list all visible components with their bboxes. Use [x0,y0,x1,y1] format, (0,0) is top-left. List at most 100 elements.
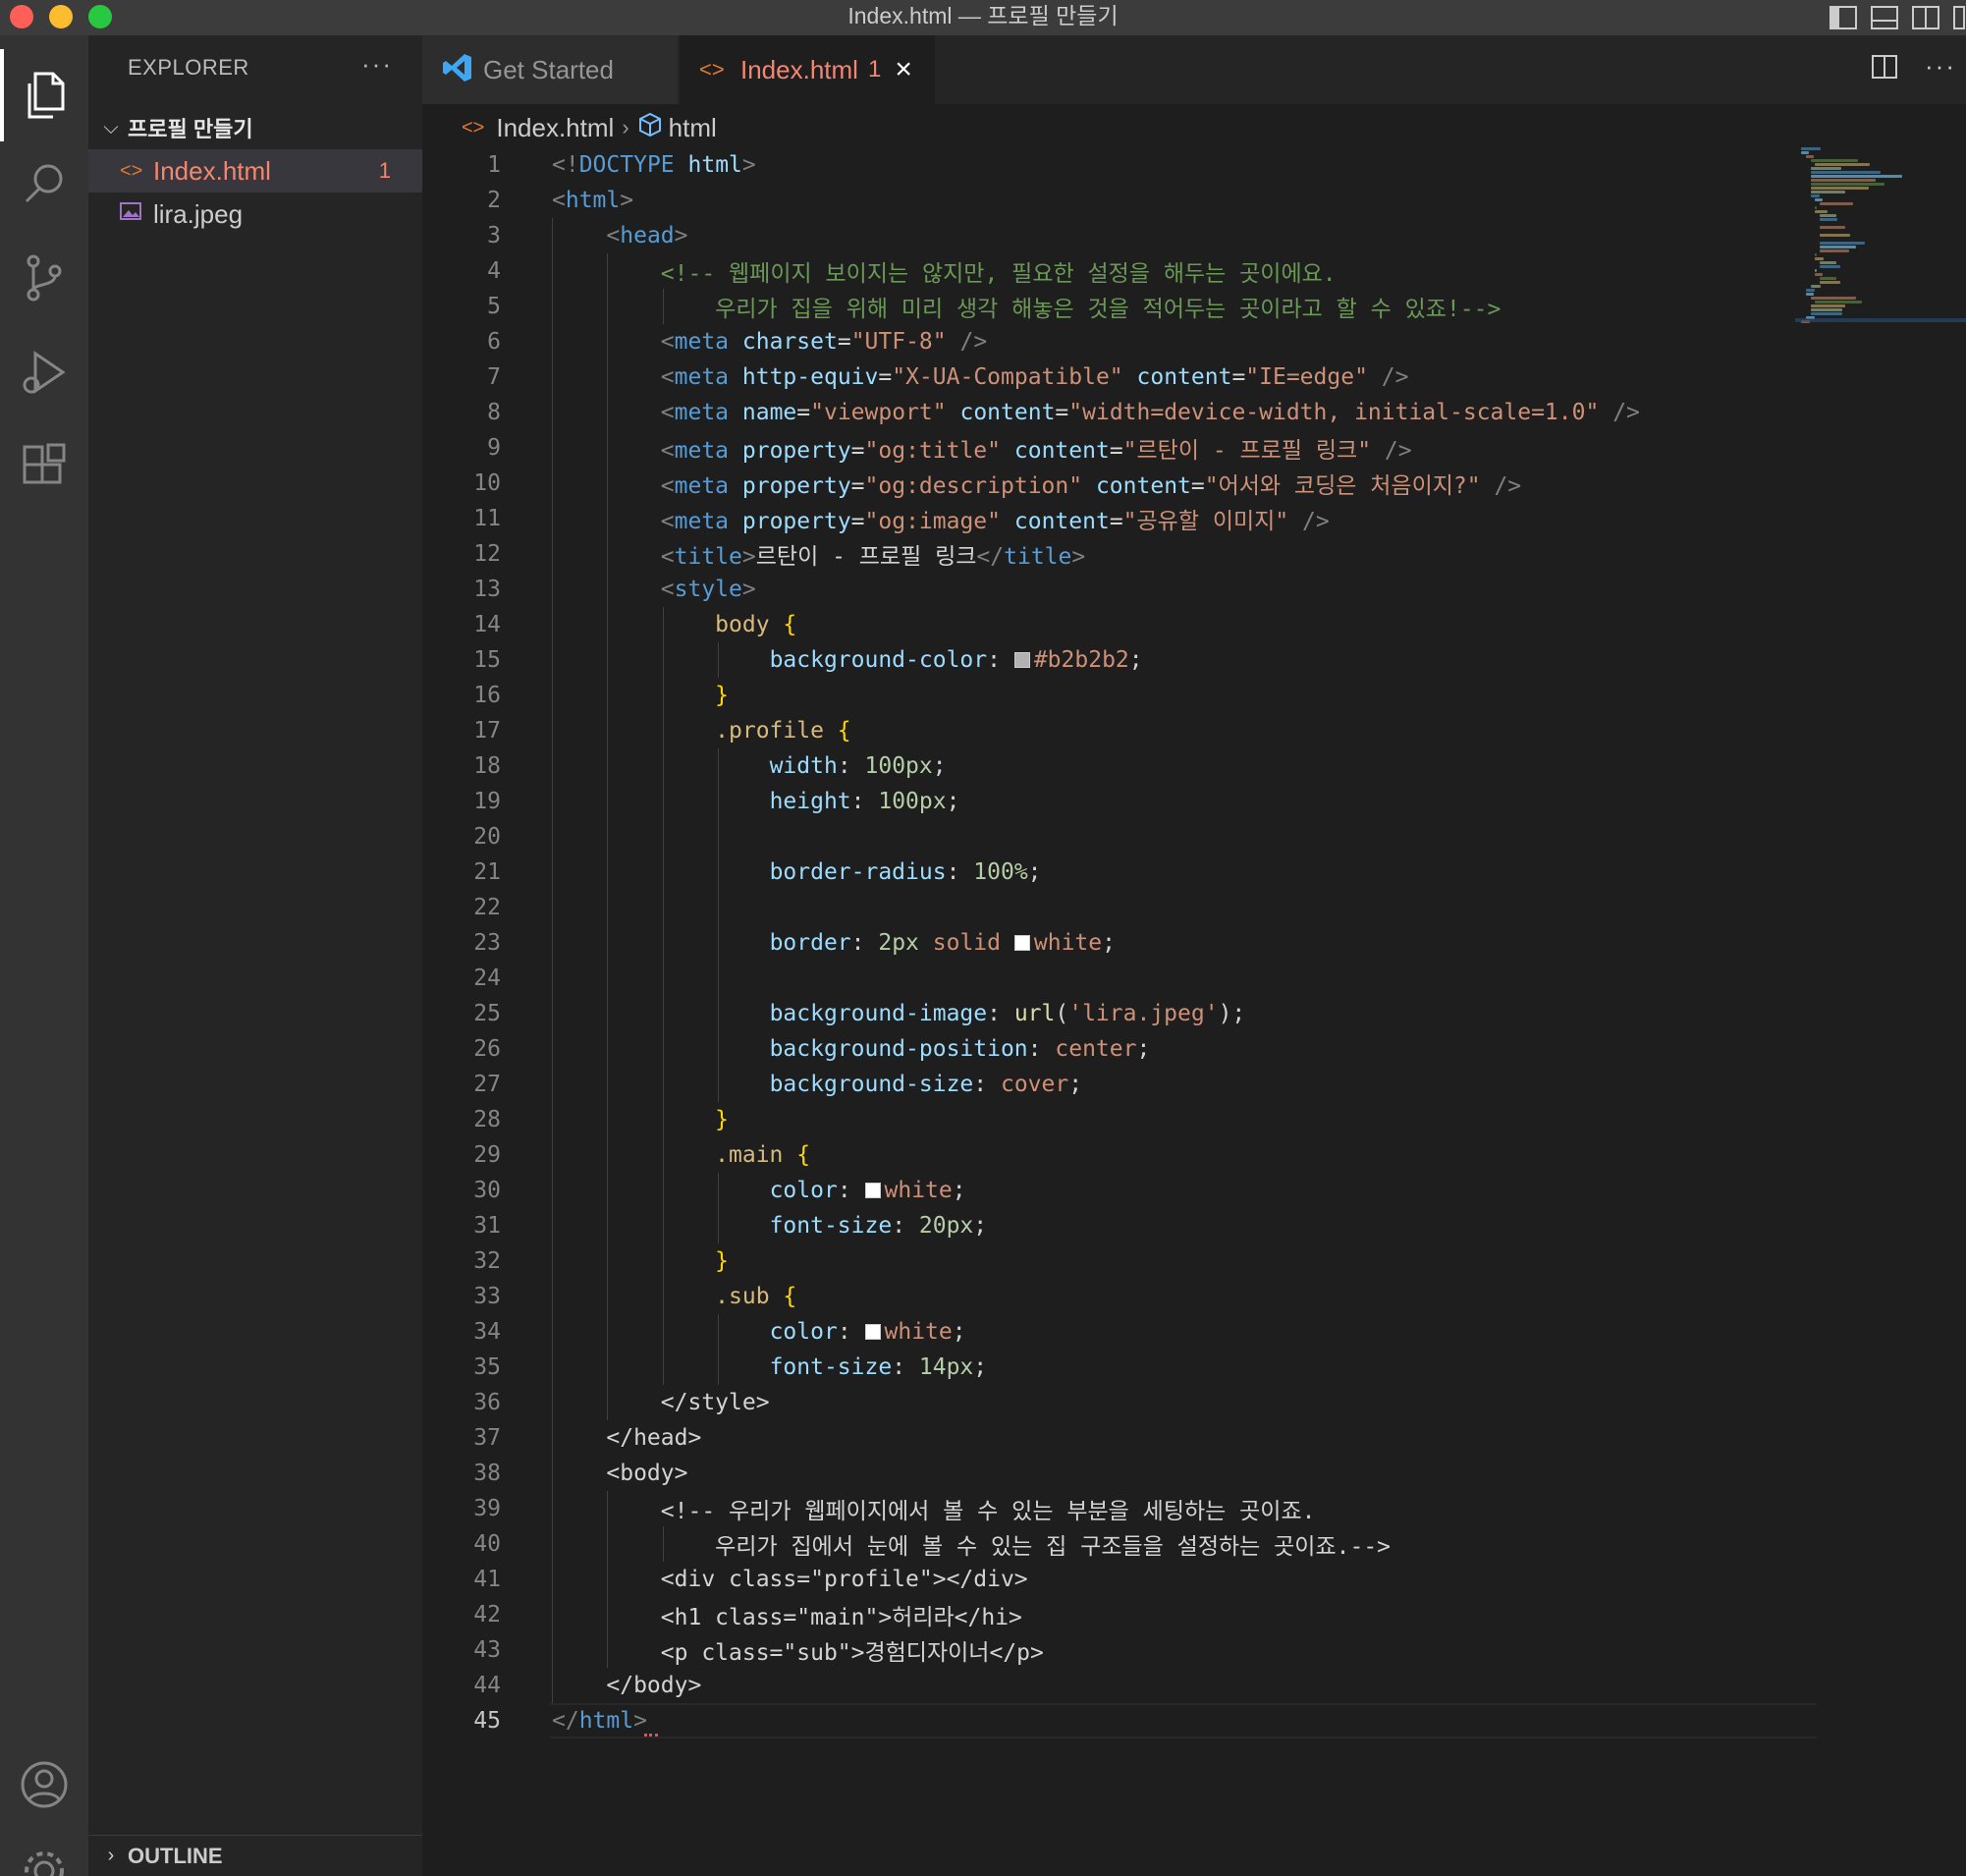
code-line[interactable]: 32 } [422,1243,1817,1279]
minimap-slider[interactable] [1795,318,1966,322]
breadcrumb-file[interactable]: Index.html [496,113,614,143]
line-number: 2 [487,188,501,213]
minimap-line [1820,242,1865,245]
file-item-lira-jpeg[interactable]: lira.jpeg [88,193,422,236]
line-number: 29 [473,1142,501,1168]
account-icon[interactable] [16,1756,73,1813]
activity-bar [0,35,88,1876]
code-line[interactable]: 20 [422,819,1817,855]
code-line[interactable]: 1 <!DOCTYPE html> [422,147,1817,183]
code-line[interactable]: 30 color: white; [422,1173,1817,1208]
code-editor[interactable]: 1 <!DOCTYPE html> 2 <html> 3 <head> 4 <!-- 웹페… [422,147,1817,1876]
code-line[interactable]: 28 } [422,1102,1817,1137]
line-number: 45 [473,1708,501,1734]
code-line[interactable]: 17 .profile { [422,713,1817,748]
code-text: <meta charset="UTF-8" /> [660,329,988,355]
code-line[interactable]: 4 <!-- 웹페이지 보이지는 않지만, 필요한 설정을 해두는 곳이에요. [422,253,1817,289]
customize-layout-icon[interactable] [1952,4,1966,31]
search-icon[interactable] [16,155,73,212]
code-line[interactable]: 37 </head> [422,1420,1817,1456]
line-number: 38 [473,1461,501,1486]
code-line[interactable]: 24 [422,961,1817,996]
code-line[interactable]: 26 background-position: center; [422,1031,1817,1067]
code-line[interactable]: 43 <p class="sub">경험디자이너</p> [422,1632,1817,1668]
code-line[interactable]: 10 <meta property="og:description" conte… [422,466,1817,501]
code-text: .main { [715,1142,811,1168]
toggle-primary-sidebar-icon[interactable] [1829,4,1858,31]
code-line[interactable]: 6 <meta charset="UTF-8" /> [422,324,1817,359]
tab-index-html[interactable]: <> Index.html 1 × [680,35,935,104]
code-line[interactable]: 14 body { [422,607,1817,642]
code-text: 우리가 집에서 눈에 볼 수 있는 집 구조들을 설정하는 곳이죠.--> [552,1534,1392,1560]
image-icon [120,201,145,227]
minimap-line [1820,265,1840,268]
code-line[interactable]: 5 우리가 집을 위해 미리 생각 해놓은 것을 적어두는 곳이라고 할 수 있… [422,289,1817,324]
code-line[interactable]: 41 <div class="profile"></div> [422,1562,1817,1597]
line-number: 40 [473,1531,501,1557]
minimap-line [1820,246,1856,248]
explorer-icon[interactable] [16,67,73,124]
minimap-line [1815,163,1871,166]
code-line[interactable]: 13 <style> [422,572,1817,607]
code-line[interactable]: 29 .main { [422,1137,1817,1173]
minimap[interactable] [1795,143,1966,330]
code-line[interactable]: 3 <head> [422,218,1817,253]
code-text: background-color: #b2b2b2; [769,647,1143,673]
code-line[interactable]: 8 <meta name="viewport" content="width=d… [422,395,1817,430]
minimap-line [1810,312,1843,315]
code-line[interactable]: 15 background-color: #b2b2b2; [422,642,1817,678]
toggle-secondary-sidebar-icon[interactable] [1911,4,1940,31]
source-control-icon[interactable] [16,249,73,306]
code-line[interactable]: 18 width: 100px; [422,748,1817,784]
code-line[interactable]: 33 .sub { [422,1279,1817,1314]
code-line[interactable]: 7 <meta http-equiv="X-UA-Compatible" con… [422,359,1817,395]
folder-row[interactable]: ⌵ 프로필 만들기 [88,108,422,147]
explorer-more-actions[interactable]: ··· [361,49,393,80]
code-line[interactable]: 21 border-radius: 100%; [422,855,1817,890]
code-line[interactable]: 19 height: 100px; [422,784,1817,819]
minimap-line [1810,159,1858,162]
line-number: 6 [487,329,501,355]
code-line[interactable]: 11 <meta property="og:image" content="공유… [422,501,1817,536]
toggle-panel-icon[interactable] [1870,4,1899,31]
code-line[interactable]: 23 border: 2px solid white; [422,925,1817,961]
tab-get-started[interactable]: Get Started [422,35,678,104]
line-number: 33 [473,1284,501,1309]
code-line[interactable]: 44 </body> [422,1668,1817,1703]
file-item-index-html[interactable]: <> Index.html 1 [88,149,422,193]
code-line[interactable]: 42 <h1 class="main">허리라</hi> [422,1597,1817,1632]
code-line[interactable]: 12 <title>르탄이 - 프로필 링크</title> [422,536,1817,572]
minimap-line [1820,281,1840,284]
outline-section[interactable]: › OUTLINE [88,1835,422,1876]
manage-gear-icon[interactable] [16,1843,73,1876]
minimap-line [1815,257,1825,260]
line-number: 11 [473,506,501,531]
run-debug-icon[interactable] [16,344,73,401]
line-number: 4 [487,258,501,284]
code-text: <div class="profile"></div> [552,1567,1028,1592]
code-line[interactable]: 2 <html> [422,183,1817,218]
code-line[interactable]: 22 [422,890,1817,925]
close-icon[interactable]: × [895,53,912,86]
code-text: } [715,1107,730,1132]
code-text: border: 2px solid white; [769,930,1116,956]
file-name: lira.jpeg [153,198,244,229]
editor-more-actions[interactable]: ··· [1925,51,1956,82]
code-line[interactable]: 45 </html> [422,1703,1817,1738]
split-editor-icon[interactable] [1870,52,1899,82]
code-text: 우리가 집을 위해 미리 생각 해놓은 것을 적어두는 곳이라고 할 수 있죠!… [552,297,1502,322]
extensions-icon[interactable] [16,438,73,495]
code-line[interactable]: 34 color: white; [422,1314,1817,1350]
code-line[interactable]: 16 } [422,678,1817,713]
code-line[interactable]: 31 font-size: 20px; [422,1208,1817,1243]
code-line[interactable]: 38 <body> [422,1456,1817,1491]
code-line[interactable]: 27 background-size: cover; [422,1067,1817,1102]
editor-tabs: Get Started <> Index.html 1 × ··· [422,35,1966,104]
code-line[interactable]: 9 <meta property="og:title" content="르탄이… [422,430,1817,466]
code-line[interactable]: 36 </style> [422,1385,1817,1420]
code-line[interactable]: 25 background-image: url('lira.jpeg'); [422,996,1817,1031]
code-line[interactable]: 35 font-size: 14px; [422,1350,1817,1385]
breadcrumb-symbol[interactable]: html [669,113,717,143]
code-line[interactable]: 39 <!-- 우리가 웹페이지에서 볼 수 있는 부분을 세팅하는 곳이죠. [422,1491,1817,1526]
code-line[interactable]: 40 우리가 집에서 눈에 볼 수 있는 집 구조들을 설정하는 곳이죠.--> [422,1526,1817,1562]
